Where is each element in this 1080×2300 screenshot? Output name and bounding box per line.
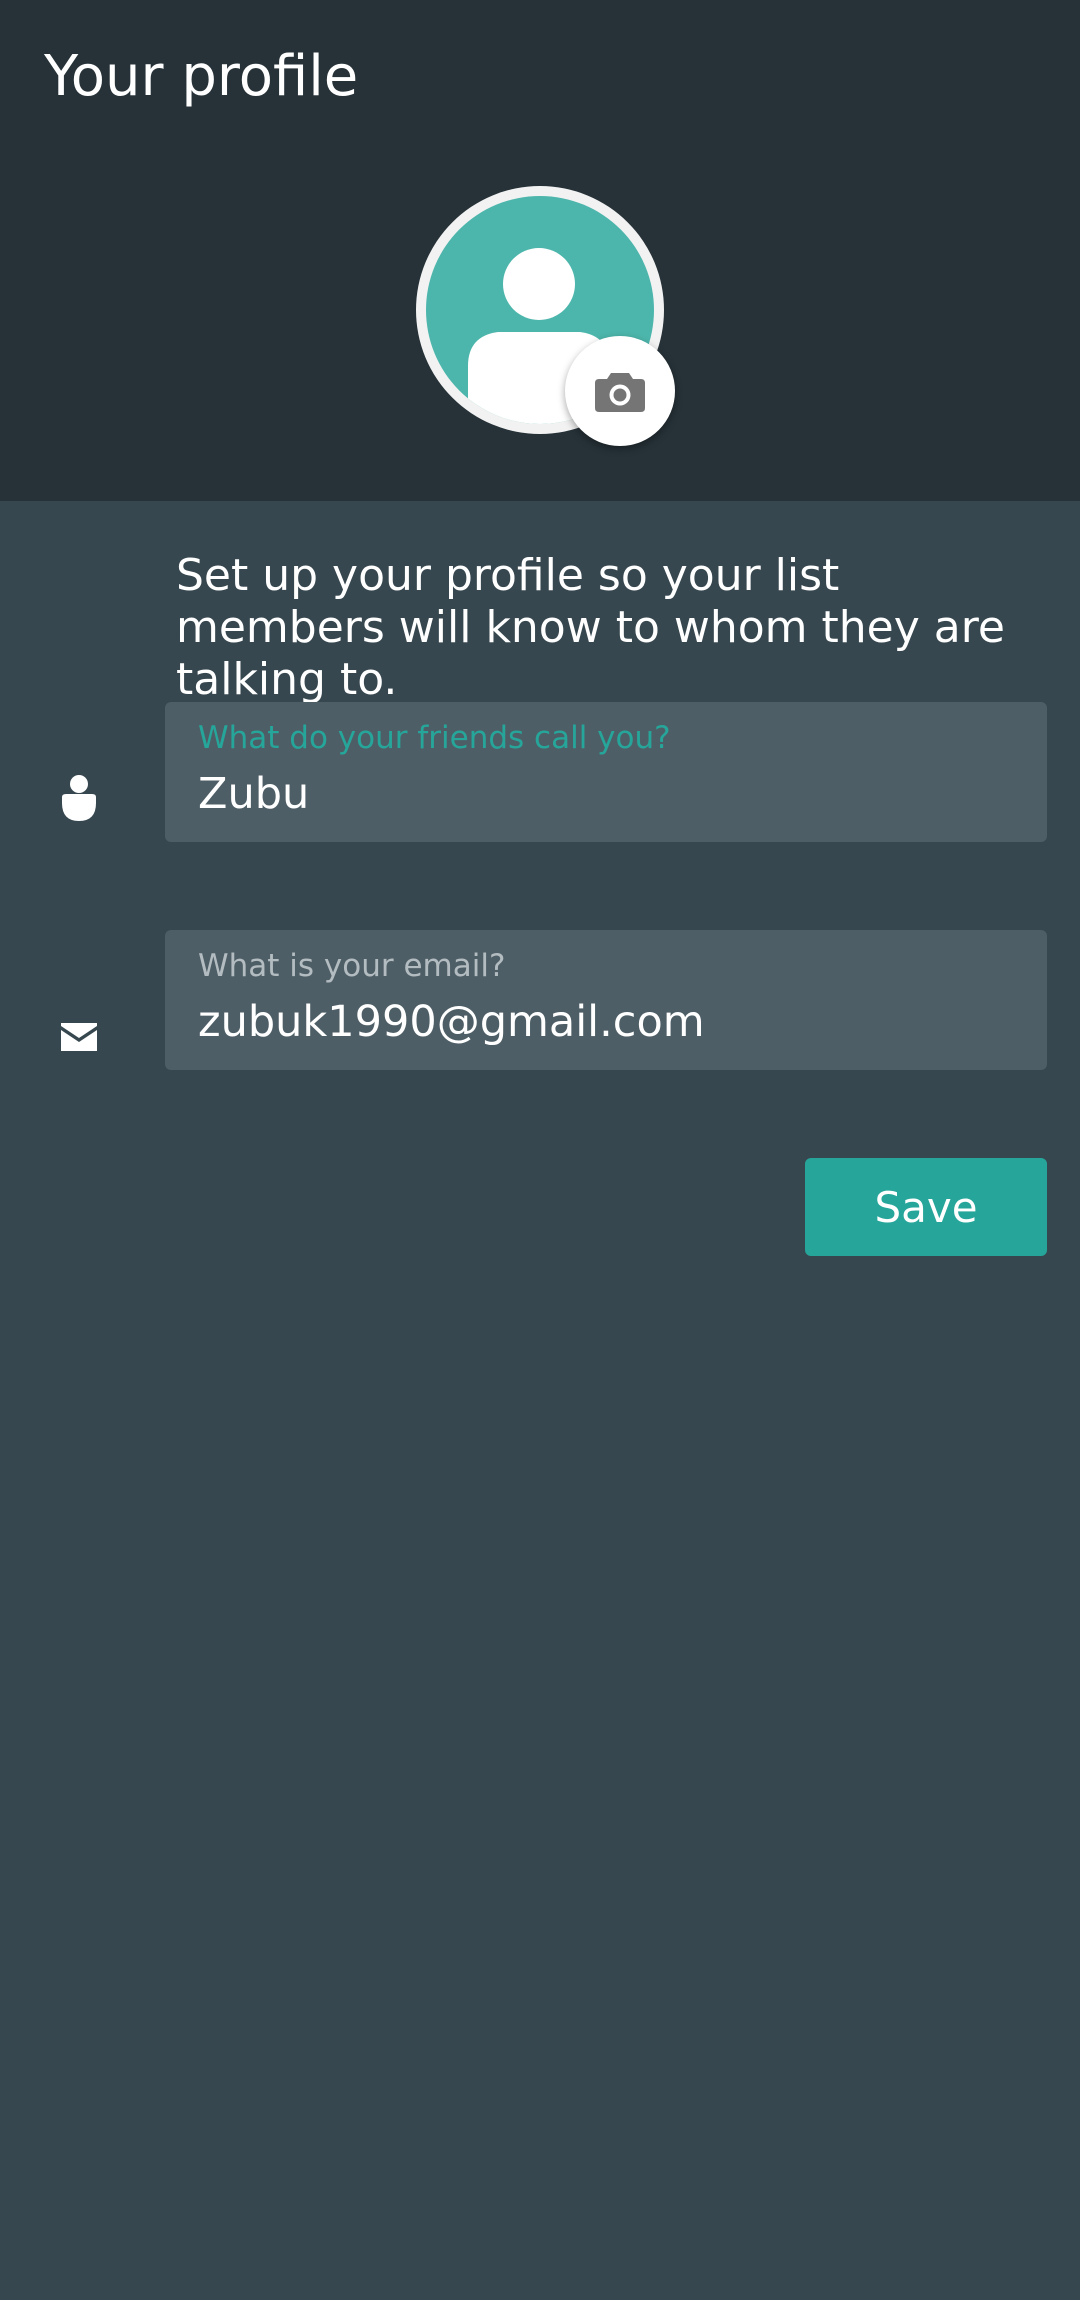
envelope-icon — [61, 1023, 97, 1051]
profile-header: Your profile — [0, 0, 1080, 501]
email-field-label: What is your email? — [198, 948, 506, 984]
change-photo-button[interactable] — [565, 336, 675, 446]
intro-text: Set up your profile so your list members… — [176, 550, 1005, 705]
name-input[interactable] — [198, 766, 1018, 822]
name-field[interactable]: What do your friends call you? — [165, 702, 1047, 842]
email-field[interactable]: What is your email? — [165, 930, 1047, 1070]
page-title: Your profile — [44, 44, 359, 109]
email-input[interactable] — [198, 994, 1018, 1050]
save-button[interactable]: Save — [805, 1158, 1047, 1256]
person-icon — [62, 775, 96, 821]
name-field-label: What do your friends call you? — [198, 720, 671, 756]
camera-icon — [595, 373, 645, 412]
